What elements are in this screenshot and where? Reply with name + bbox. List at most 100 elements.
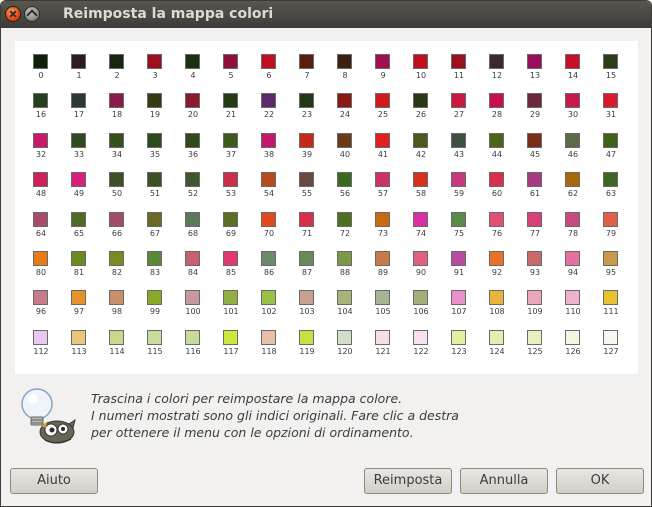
color-swatch[interactable] bbox=[527, 132, 542, 148]
color-entry-111[interactable]: 111 bbox=[593, 290, 629, 332]
color-entry-67[interactable]: 67 bbox=[137, 211, 173, 254]
color-swatch[interactable] bbox=[489, 93, 504, 109]
color-swatch[interactable] bbox=[565, 211, 580, 227]
color-entry-117[interactable]: 117 bbox=[213, 329, 249, 372]
color-entry-77[interactable]: 77 bbox=[517, 211, 553, 254]
color-swatch[interactable] bbox=[147, 290, 162, 306]
color-swatch[interactable] bbox=[223, 251, 238, 266]
color-swatch[interactable] bbox=[603, 211, 618, 227]
color-swatch[interactable] bbox=[261, 93, 276, 109]
color-entry-69[interactable]: 69 bbox=[213, 211, 249, 254]
color-entry-98[interactable]: 98 bbox=[99, 290, 135, 332]
color-entry-9[interactable]: 9 bbox=[365, 54, 401, 96]
color-swatch[interactable] bbox=[489, 132, 504, 148]
color-swatch[interactable] bbox=[261, 329, 276, 345]
color-swatch[interactable] bbox=[527, 251, 542, 266]
color-swatch[interactable] bbox=[33, 172, 48, 188]
color-entry-71[interactable]: 71 bbox=[289, 211, 325, 254]
color-swatch[interactable] bbox=[413, 290, 428, 306]
color-entry-91[interactable]: 91 bbox=[441, 251, 477, 293]
color-entry-23[interactable]: 23 bbox=[289, 93, 325, 135]
color-swatch[interactable] bbox=[71, 251, 86, 266]
color-entry-5[interactable]: 5 bbox=[213, 54, 249, 96]
color-entry-92[interactable]: 92 bbox=[479, 251, 515, 293]
reset-button[interactable]: Reimposta bbox=[364, 468, 452, 494]
color-entry-119[interactable]: 119 bbox=[289, 329, 325, 372]
color-entry-65[interactable]: 65 bbox=[61, 211, 97, 254]
color-entry-118[interactable]: 118 bbox=[251, 329, 287, 372]
color-swatch[interactable] bbox=[565, 329, 580, 345]
color-swatch[interactable] bbox=[185, 54, 200, 69]
color-swatch[interactable] bbox=[223, 172, 238, 188]
color-entry-56[interactable]: 56 bbox=[327, 172, 363, 214]
color-swatch[interactable] bbox=[299, 329, 314, 345]
color-entry-43[interactable]: 43 bbox=[441, 132, 477, 175]
color-swatch[interactable] bbox=[33, 329, 48, 345]
color-swatch[interactable] bbox=[489, 290, 504, 306]
color-entry-19[interactable]: 19 bbox=[137, 93, 173, 135]
color-entry-41[interactable]: 41 bbox=[365, 132, 401, 175]
color-swatch[interactable] bbox=[337, 290, 352, 306]
color-entry-52[interactable]: 52 bbox=[175, 172, 211, 214]
color-swatch[interactable] bbox=[261, 251, 276, 266]
color-swatch[interactable] bbox=[223, 54, 238, 69]
color-entry-15[interactable]: 15 bbox=[593, 54, 629, 96]
color-entry-121[interactable]: 121 bbox=[365, 329, 401, 372]
color-swatch[interactable] bbox=[527, 172, 542, 188]
color-swatch[interactable] bbox=[299, 211, 314, 227]
color-swatch[interactable] bbox=[109, 93, 124, 109]
color-entry-46[interactable]: 46 bbox=[555, 132, 591, 175]
color-entry-24[interactable]: 24 bbox=[327, 93, 363, 135]
color-swatch[interactable] bbox=[413, 132, 428, 148]
color-entry-32[interactable]: 32 bbox=[23, 132, 59, 175]
color-swatch[interactable] bbox=[451, 132, 466, 148]
color-entry-104[interactable]: 104 bbox=[327, 290, 363, 332]
color-entry-63[interactable]: 63 bbox=[593, 172, 629, 214]
color-entry-60[interactable]: 60 bbox=[479, 172, 515, 214]
color-entry-18[interactable]: 18 bbox=[99, 93, 135, 135]
color-swatch[interactable] bbox=[185, 93, 200, 109]
color-swatch[interactable] bbox=[451, 211, 466, 227]
color-swatch[interactable] bbox=[603, 329, 618, 345]
color-swatch[interactable] bbox=[337, 211, 352, 227]
color-entry-125[interactable]: 125 bbox=[517, 329, 553, 372]
color-entry-10[interactable]: 10 bbox=[403, 54, 439, 96]
color-swatch[interactable] bbox=[489, 329, 504, 345]
color-swatch[interactable] bbox=[299, 290, 314, 306]
color-swatch[interactable] bbox=[71, 329, 86, 345]
color-entry-61[interactable]: 61 bbox=[517, 172, 553, 214]
color-swatch[interactable] bbox=[223, 290, 238, 306]
color-entry-48[interactable]: 48 bbox=[23, 172, 59, 214]
color-swatch[interactable] bbox=[147, 93, 162, 109]
color-entry-122[interactable]: 122 bbox=[403, 329, 439, 372]
color-entry-110[interactable]: 110 bbox=[555, 290, 591, 332]
color-entry-47[interactable]: 47 bbox=[593, 132, 629, 175]
color-swatch[interactable] bbox=[109, 329, 124, 345]
color-entry-86[interactable]: 86 bbox=[251, 251, 287, 293]
color-swatch[interactable] bbox=[603, 54, 618, 69]
color-entry-8[interactable]: 8 bbox=[327, 54, 363, 96]
color-swatch[interactable] bbox=[261, 211, 276, 227]
color-swatch[interactable] bbox=[299, 54, 314, 69]
color-entry-38[interactable]: 38 bbox=[251, 132, 287, 175]
color-entry-83[interactable]: 83 bbox=[137, 251, 173, 293]
color-entry-2[interactable]: 2 bbox=[99, 54, 135, 96]
color-swatch[interactable] bbox=[375, 329, 390, 345]
color-swatch[interactable] bbox=[489, 172, 504, 188]
color-swatch[interactable] bbox=[337, 93, 352, 109]
color-entry-22[interactable]: 22 bbox=[251, 93, 287, 135]
color-swatch[interactable] bbox=[603, 172, 618, 188]
color-swatch[interactable] bbox=[33, 93, 48, 109]
color-entry-35[interactable]: 35 bbox=[137, 132, 173, 175]
color-swatch[interactable] bbox=[185, 329, 200, 345]
color-swatch[interactable] bbox=[299, 251, 314, 266]
color-entry-26[interactable]: 26 bbox=[403, 93, 439, 135]
color-swatch[interactable] bbox=[109, 172, 124, 188]
color-swatch[interactable] bbox=[185, 132, 200, 148]
color-entry-81[interactable]: 81 bbox=[61, 251, 97, 293]
color-entry-84[interactable]: 84 bbox=[175, 251, 211, 293]
color-swatch[interactable] bbox=[489, 211, 504, 227]
color-entry-21[interactable]: 21 bbox=[213, 93, 249, 135]
color-entry-78[interactable]: 78 bbox=[555, 211, 591, 254]
color-entry-62[interactable]: 62 bbox=[555, 172, 591, 214]
